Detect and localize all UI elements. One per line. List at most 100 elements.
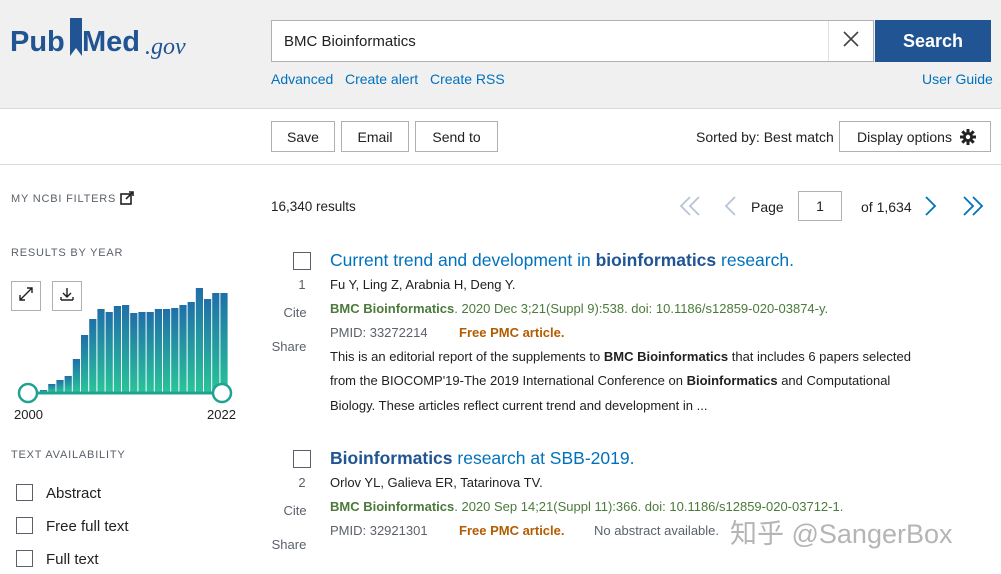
create-alert-link[interactable]: Create alert — [345, 71, 418, 87]
logo-gov: .gov — [145, 34, 186, 60]
result-2-title[interactable]: Bioinformatics research at SBB-2019. — [330, 448, 634, 469]
result-2-share-button[interactable]: Share — [270, 537, 308, 552]
result-1-free-pmc-badge[interactable]: Free PMC article. — [459, 325, 565, 340]
year-bar-2001[interactable] — [48, 384, 56, 392]
title-part-bold: Bioinformatics — [330, 448, 453, 468]
year-bar-2009[interactable] — [113, 306, 121, 392]
snippet-text: Biology. These articles reflect current … — [330, 397, 708, 413]
result-2-no-abstract: No abstract available. — [594, 523, 720, 538]
year-bar-2011[interactable] — [130, 313, 138, 392]
year-bar-2017[interactable] — [179, 305, 187, 392]
result-1-checkbox[interactable] — [293, 252, 311, 270]
result-1-snippet: This is an editorial report of the suppl… — [330, 345, 970, 418]
year-bar-2021[interactable] — [212, 293, 220, 392]
last-page-icon[interactable] — [962, 196, 984, 221]
sort-label[interactable]: Sorted by: Best match — [696, 129, 834, 145]
year-bar-2005[interactable] — [81, 335, 89, 392]
snippet-text: that includes 6 papers selected — [728, 349, 911, 364]
results-by-year-chart[interactable] — [0, 280, 250, 405]
chart-bars — [40, 288, 228, 392]
result-2-pmid: PMID: 32921301 — [330, 523, 428, 538]
search-input-value: BMC Bioinformatics — [284, 33, 416, 50]
my-ncbi-filters-heading[interactable]: MY NCBI FILTERS — [11, 193, 116, 205]
full-text-filter-label[interactable]: Full text — [46, 551, 99, 568]
snippet-line: from the BIOCOMP'19-The 2019 Internation… — [330, 369, 970, 393]
result-1-authors: Fu Y, Ling Z, Arabnia H, Deng Y. — [330, 277, 516, 292]
year-bar-2002[interactable] — [56, 380, 64, 392]
year-bar-2016[interactable] — [171, 308, 179, 392]
abstract-checkbox[interactable] — [16, 484, 33, 501]
page-number-input[interactable]: 1 — [798, 191, 842, 221]
year-bar-2010[interactable] — [122, 305, 130, 392]
email-button[interactable]: Email — [341, 121, 409, 152]
result-2-checkbox[interactable] — [293, 450, 311, 468]
logo-pub: Pub — [10, 26, 65, 58]
range-start-handle[interactable] — [17, 382, 39, 404]
result-2-authors: Orlov YL, Galieva ER, Tatarinova TV. — [330, 475, 543, 490]
search-button[interactable]: Search — [875, 20, 991, 62]
snippet-text: and Computational — [777, 373, 891, 389]
free-full-text-checkbox[interactable] — [16, 517, 33, 534]
page-total: of 1,634 — [861, 199, 912, 215]
range-end-handle[interactable] — [211, 382, 233, 404]
abstract-filter-label[interactable]: Abstract — [46, 485, 101, 502]
next-page-icon[interactable] — [924, 196, 938, 221]
range-end-label: 2022 — [207, 407, 236, 422]
title-part-bold: bioinformatics — [595, 250, 717, 270]
year-bar-2022[interactable] — [220, 293, 228, 392]
pubmed-logo[interactable]: Pub Med .gov — [10, 18, 200, 68]
free-full-text-filter-label[interactable]: Free full text — [46, 518, 129, 535]
journal-name: BMC Bioinformatics — [330, 301, 455, 316]
result-1-share-button[interactable]: Share — [270, 339, 308, 354]
snippet-text: from the BIOCOMP'19-The 2019 Internation… — [330, 373, 687, 389]
external-link-icon[interactable] — [120, 191, 134, 210]
toolbar-divider — [0, 164, 1001, 165]
first-page-icon[interactable] — [679, 196, 701, 221]
year-bar-2003[interactable] — [64, 376, 72, 392]
range-start-label: 2000 — [14, 407, 43, 422]
year-bar-2019[interactable] — [195, 288, 203, 392]
result-2-free-pmc-badge[interactable]: Free PMC article. — [459, 523, 565, 538]
clear-search-button[interactable] — [828, 21, 873, 61]
title-part: Current trend and development in — [330, 250, 596, 270]
close-icon — [843, 30, 859, 52]
year-bar-2013[interactable] — [146, 312, 154, 392]
previous-page-icon[interactable] — [723, 196, 737, 221]
year-bar-2008[interactable] — [105, 312, 113, 392]
result-2-cite-button[interactable]: Cite — [282, 503, 308, 518]
result-1-title[interactable]: Current trend and development in bioinfo… — [330, 250, 794, 271]
snippet-highlight: BMC Bioinformatics — [603, 349, 729, 364]
result-1-pmid: PMID: 33272214 — [330, 325, 428, 340]
results-count: 16,340 results — [271, 199, 356, 214]
year-bar-2007[interactable] — [97, 309, 105, 392]
display-options-button[interactable]: Display options — [839, 121, 991, 152]
send-to-button[interactable]: Send to — [415, 121, 498, 152]
advanced-link[interactable]: Advanced — [271, 71, 333, 87]
full-text-checkbox[interactable] — [16, 550, 33, 567]
watermark: 知乎 @SangerBox — [730, 519, 953, 549]
search-input[interactable]: BMC Bioinformatics — [271, 20, 874, 62]
display-options-label: Display options — [857, 128, 952, 145]
snippet-line: Biology. These articles reflect current … — [330, 394, 970, 418]
header-bar: Pub Med .gov BMC Bioinformatics Search A… — [0, 0, 1001, 109]
page-label: Page — [751, 199, 784, 215]
year-bar-2018[interactable] — [187, 302, 195, 392]
title-part: research. — [716, 250, 794, 270]
result-1-citation: BMC Bioinformatics. 2020 Dec 3;21(Suppl … — [330, 301, 828, 316]
year-bar-2020[interactable] — [204, 299, 212, 392]
gear-icon — [960, 129, 976, 148]
year-bar-2015[interactable] — [163, 309, 171, 392]
journal-name: BMC Bioinformatics — [330, 499, 455, 514]
title-part: research at SBB-2019. — [452, 448, 635, 468]
result-1-number: 1 — [298, 277, 306, 292]
save-button[interactable]: Save — [271, 121, 335, 152]
year-bar-2006[interactable] — [89, 319, 97, 392]
snippet-line: This is an editorial report of the suppl… — [330, 345, 970, 369]
year-bar-2004[interactable] — [72, 359, 80, 392]
year-bar-2014[interactable] — [154, 309, 162, 392]
create-rss-link[interactable]: Create RSS — [430, 71, 505, 87]
year-bar-2012[interactable] — [138, 312, 146, 392]
results-by-year-heading: RESULTS BY YEAR — [11, 247, 124, 259]
user-guide-link[interactable]: User Guide — [922, 71, 993, 87]
result-1-cite-button[interactable]: Cite — [282, 305, 308, 320]
